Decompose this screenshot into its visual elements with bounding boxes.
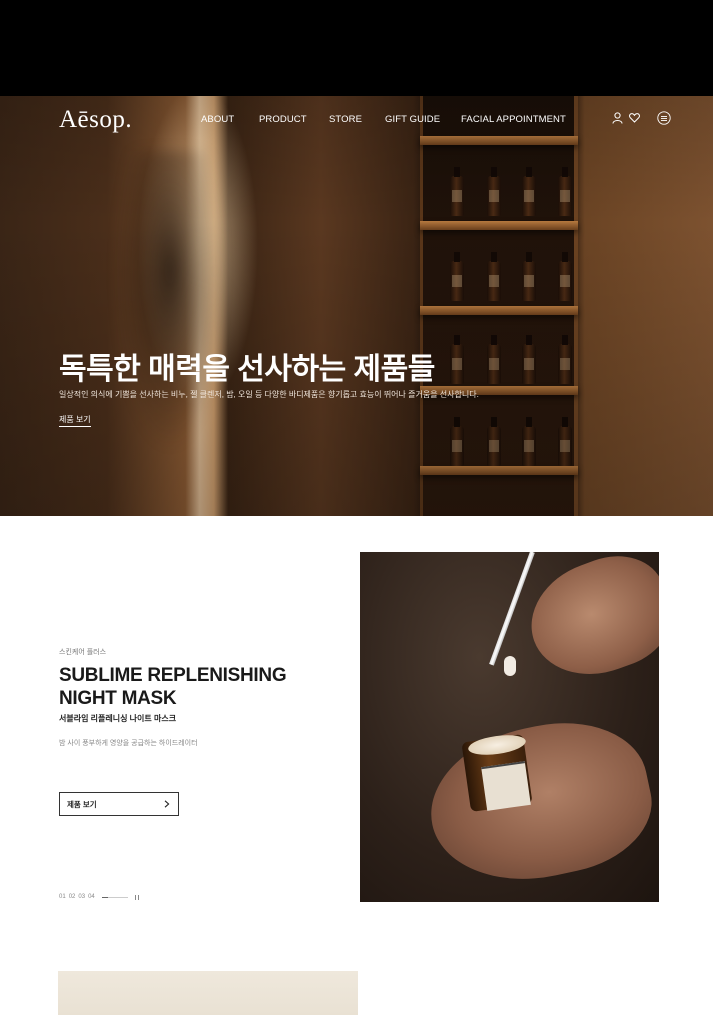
nav-about[interactable]: ABOUT <box>201 114 234 125</box>
hero-shade <box>0 96 713 516</box>
product-title-line1: SUBLIME REPLENISHING <box>59 665 287 686</box>
product-category: 스킨케어 플러스 <box>59 649 107 656</box>
view-product-button-label: 제품 보기 <box>67 799 97 809</box>
next-section-card <box>58 971 358 1015</box>
pager-progress-fill <box>101 896 109 898</box>
pager-page-2[interactable]: 02 <box>69 894 76 900</box>
chevron-right-icon <box>164 795 170 813</box>
view-product-button[interactable]: 제품 보기 <box>59 792 179 816</box>
heart-icon[interactable] <box>627 111 641 125</box>
hero-title: 독특한 매력을 선사하는 제품들 <box>59 353 435 386</box>
hero-banner <box>0 96 713 516</box>
nav-gift-guide[interactable]: GIFT GUIDE <box>385 114 440 125</box>
top-black-bar <box>0 0 713 96</box>
nav-store[interactable]: STORE <box>329 114 362 125</box>
photo-spatula-tip <box>504 656 516 676</box>
menu-icon[interactable] <box>657 111 671 125</box>
pager-page-4[interactable]: 04 <box>88 894 95 900</box>
hero-description: 일상적인 의식에 기쁨을 선사하는 비누, 젤 클렌저, 밤, 오일 등 다양한… <box>59 390 479 399</box>
product-title-line2: NIGHT MASK <box>59 688 177 709</box>
pager-page-1[interactable]: 01 <box>59 894 66 900</box>
photo-jar-label <box>481 761 531 811</box>
pager-page-3[interactable]: 03 <box>78 894 85 900</box>
nav-facial-appointment[interactable]: FACIAL APPOINTMENT <box>461 114 566 125</box>
product-title: SUBLIME REPLENISHING NIGHT MASK <box>59 664 319 710</box>
product-description: 밤 사이 풍부하게 영양을 공급하는 하이드레이터 <box>59 740 198 747</box>
photo-upper-hand <box>515 552 659 693</box>
photo-lower-hand <box>416 705 659 899</box>
product-korean-name: 서블라임 리플레니싱 나이트 마스크 <box>59 714 177 723</box>
brand-logo[interactable]: Aēsop. <box>59 106 132 134</box>
slider-pager: 01 02 03 04 <box>59 894 139 900</box>
nav-product[interactable]: PRODUCT <box>259 114 307 125</box>
user-icon[interactable] <box>610 111 624 125</box>
hero-view-products-link[interactable]: 제품 보기 <box>59 414 91 427</box>
photo-spatula <box>489 552 535 666</box>
pause-icon[interactable] <box>134 894 139 900</box>
product-photo <box>360 552 659 902</box>
pager-progress-track <box>101 896 128 898</box>
